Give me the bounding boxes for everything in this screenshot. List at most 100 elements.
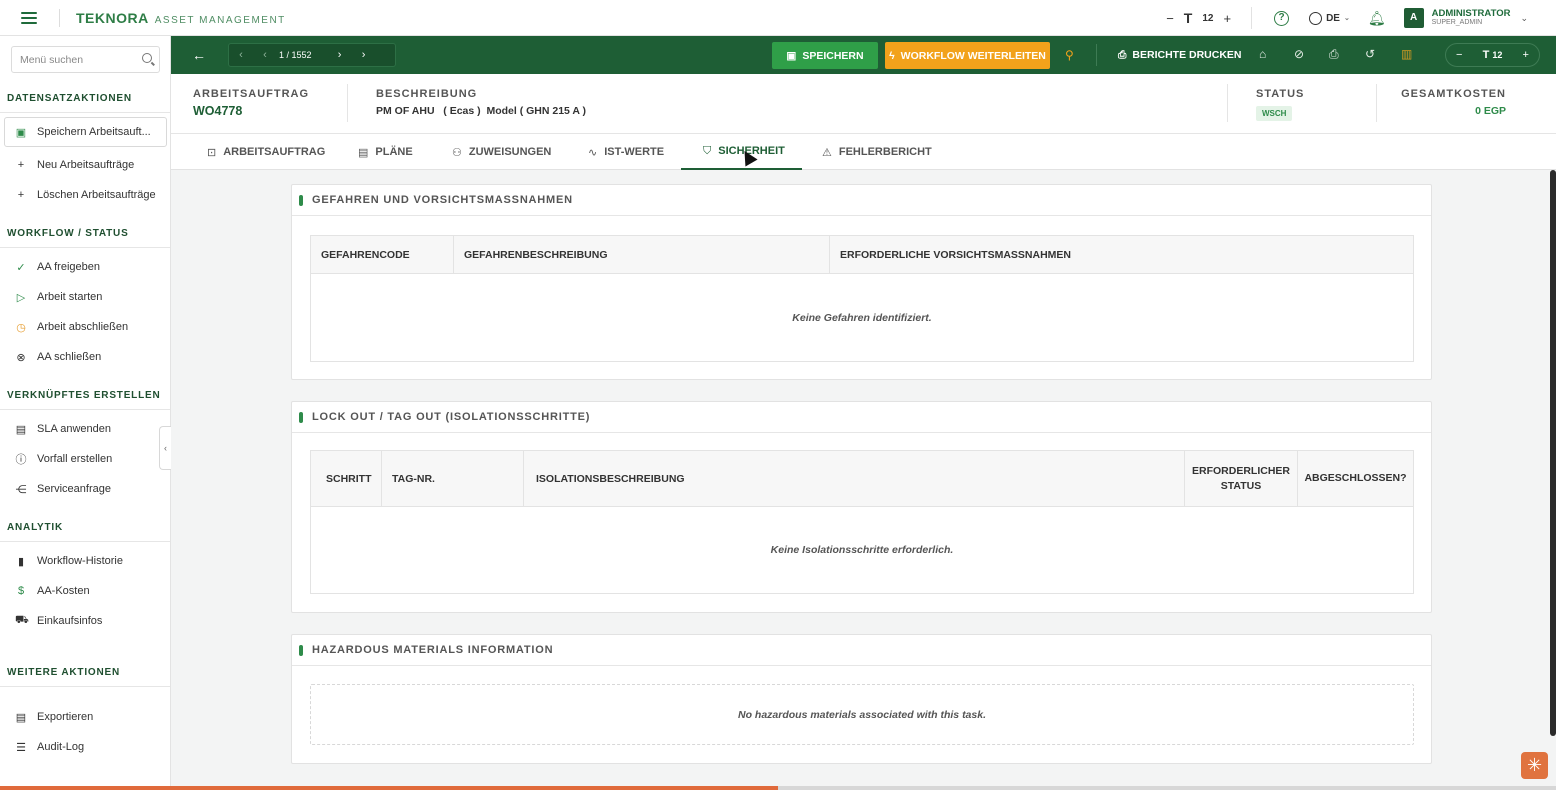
sidebar-item-label: AA schließen	[37, 351, 102, 363]
first-page-icon[interactable]: ‹	[229, 49, 253, 61]
sidebar-item-label: Arbeit starten	[37, 291, 103, 303]
search-placeholder: Menü suchen	[20, 53, 84, 66]
sidebar-item-purchasing[interactable]: ⛟ Einkaufsinfos	[0, 606, 170, 636]
work-order-number: WO4778	[193, 104, 243, 118]
lightning-icon: ϟ	[889, 49, 895, 62]
sidebar-item-wo-costs[interactable]: $ AA-Kosten	[0, 576, 170, 606]
last-page-icon[interactable]: ›	[352, 49, 376, 61]
user-role: SUPER_ADMIN	[1431, 19, 1483, 26]
cart-icon: ⛟	[15, 614, 29, 626]
font-size-control: − T 12 +	[1166, 10, 1231, 26]
workflow-forward-button[interactable]: ϟ WORKFLOW WEITERLEITEN	[885, 42, 1050, 69]
plus-icon: +	[17, 159, 25, 171]
sidebar-item-workflow-history[interactable]: ▮ Workflow-Historie	[0, 546, 170, 576]
sidebar: Menü suchen DATENSATZAKTIONEN ▣ Speichern…	[0, 36, 171, 790]
font-increase-button[interactable]: +	[1223, 11, 1231, 26]
sidebar-item-audit-log[interactable]: ☰ Audit-Log	[0, 732, 170, 762]
sidebar-item-label: Speichern Arbeitsauft...	[37, 126, 151, 138]
tab-label: ARBEITSAUFTRAG	[223, 146, 326, 158]
avatar[interactable]: A	[1403, 8, 1424, 28]
save-button[interactable]: ▣ SPEICHERN	[772, 42, 878, 69]
tab-label: ZUWEISUNGEN	[468, 146, 552, 158]
tab-ist-werte[interactable]: ∿ IST-WERTE	[588, 134, 664, 170]
section-title: ANALYTIK	[7, 522, 64, 533]
sidebar-item-label: Exportieren	[37, 711, 94, 723]
sidebar-item-complete-work[interactable]: ◷ Arbeit abschließen	[0, 312, 170, 342]
scrollbar[interactable]	[1550, 170, 1556, 736]
tab-plaene[interactable]: ▤ PLÄNE	[358, 134, 413, 170]
table-header: SCHRITT TAG-NR. ISOLATIONSBESCHREIBUNG E…	[311, 451, 1413, 507]
section-title: WEITERE AKTIONEN	[7, 667, 120, 678]
bell-icon[interactable]: 🔔︎	[1368, 10, 1386, 27]
work-order-label: ARBEITSAUFTRAG	[193, 88, 310, 100]
sidebar-item-label: SLA anwenden	[37, 423, 112, 435]
workflow-button-label: WORKFLOW WEITERLEITEN	[900, 49, 1046, 62]
font-size-value: 12	[1202, 12, 1214, 24]
toolbar-font-size-control: − T 12 +	[1445, 43, 1540, 67]
history-icon[interactable]: ↺	[1365, 47, 1375, 61]
record-header: ARBEITSAUFTRAG WO4778 BESCHREIBUNG PM OF…	[171, 74, 1556, 134]
panel-title: HAZARDOUS MATERIALS INFORMATION	[312, 644, 554, 656]
user-menu[interactable]: ADMINISTRATOR SUPER_ADMIN	[1432, 9, 1511, 27]
sidebar-item-release[interactable]: ✓ AA freigeben	[0, 252, 170, 282]
tag-icon[interactable]: ⌂	[1259, 47, 1266, 61]
sidebar-item-close[interactable]: ⊗ AA schließen	[0, 342, 170, 372]
document-icon: ▤	[358, 146, 369, 159]
empty-state: No hazardous materials associated with t…	[310, 684, 1414, 745]
help-icon[interactable]: ?	[1274, 10, 1290, 26]
font-decrease-button[interactable]: −	[1166, 11, 1174, 26]
bar-chart-icon: ▮	[17, 555, 25, 568]
section-title: DATENSATZAKTIONEN	[7, 93, 132, 104]
next-page-icon[interactable]: ›	[328, 49, 352, 61]
column-header: ABGESCHLOSSEN?	[1304, 472, 1407, 484]
total-cost-label: GESAMTKOSTEN	[1401, 88, 1506, 100]
font-increase-button[interactable]: +	[1523, 49, 1529, 61]
sidebar-collapse-button[interactable]: ‹	[159, 426, 171, 470]
divider	[1227, 84, 1228, 122]
sidebar-item-label: AA-Kosten	[37, 585, 90, 597]
check-circle-icon: ◷	[16, 321, 26, 334]
chevron-down-icon[interactable]: ⌄	[1520, 13, 1528, 24]
column-header: GEFAHRENBESCHREIBUNG	[454, 236, 830, 273]
tab-zuweisungen[interactable]: ⚇ ZUWEISUNGEN	[452, 134, 551, 170]
table-header: GEFAHRENCODE GEFAHRENBESCHREIBUNG ERFORD…	[311, 236, 1413, 274]
sidebar-item-export[interactable]: ▤ Exportieren	[0, 702, 170, 732]
sidebar-item-label: Neu Arbeitsaufträge	[37, 159, 135, 171]
search-icon[interactable]	[142, 53, 152, 63]
top-bar: TEKNORA ASSET MANAGEMENT − T 12 + ? DE ⌄…	[0, 0, 1556, 36]
sidebar-item-new[interactable]: + Neu Arbeitsaufträge	[0, 150, 170, 180]
paperclip-icon[interactable]: ⊘	[1294, 47, 1304, 61]
info-icon: ⓘ	[15, 454, 27, 466]
description-label: BESCHREIBUNG	[376, 88, 478, 100]
tab-fehlerbericht[interactable]: ⚠ FEHLERBERICHT	[822, 134, 932, 170]
menu-search-input[interactable]: Menü suchen	[11, 46, 160, 73]
chevron-down-icon: ⌄	[1343, 15, 1350, 22]
prev-page-icon[interactable]: ‹	[253, 49, 277, 61]
brand-subtitle: ASSET MANAGEMENT	[154, 14, 286, 26]
print-reports-button[interactable]: ⎙ BERICHTE DRUCKEN	[1118, 49, 1242, 62]
brand-logo: TEKNORA ASSET MANAGEMENT	[76, 10, 286, 26]
sidebar-item-start-work[interactable]: ▷ Arbeit starten	[0, 282, 170, 312]
status-badge: WSCH	[1256, 106, 1293, 121]
panel-title: LOCK OUT / TAG OUT (ISOLATIONSSCHRITTE)	[312, 411, 591, 423]
clipboard-icon[interactable]: ▥	[1401, 47, 1412, 61]
description-value: PM OF AHU ( Ecas ) Model ( GHN 215 A )	[376, 105, 587, 117]
tab-arbeitsauftrag[interactable]: ⊡ ARBEITSAUFTRAG	[207, 134, 325, 170]
menu-icon[interactable]	[21, 11, 37, 24]
font-decrease-button[interactable]: −	[1456, 49, 1462, 61]
sidebar-item-save[interactable]: ▣ Speichern Arbeitsauft...	[4, 117, 167, 147]
assistant-icon[interactable]: ✳	[1521, 752, 1548, 779]
sidebar-item-apply-sla[interactable]: ▤ SLA anwenden	[0, 414, 170, 444]
printer-icon[interactable]: ⎙	[1329, 47, 1339, 62]
progress-fill	[0, 786, 778, 790]
back-arrow-icon[interactable]: ←	[192, 47, 206, 63]
sidebar-item-create-incident[interactable]: ⓘ Vorfall erstellen	[0, 444, 170, 474]
sidebar-item-service-request[interactable]: ⋲ Serviceanfrage	[0, 474, 170, 504]
sidebar-item-label: Arbeit abschließen	[37, 321, 129, 333]
sidebar-item-delete[interactable]: + Löschen Arbeitsaufträge	[0, 180, 170, 210]
language-selector[interactable]: DE ⌄	[1309, 11, 1350, 25]
font-size-icon: T 12	[1482, 49, 1503, 61]
accent-bar	[299, 644, 303, 656]
route-icon[interactable]: ⚲	[1065, 48, 1074, 62]
close-circle-icon: ⊗	[16, 351, 26, 364]
